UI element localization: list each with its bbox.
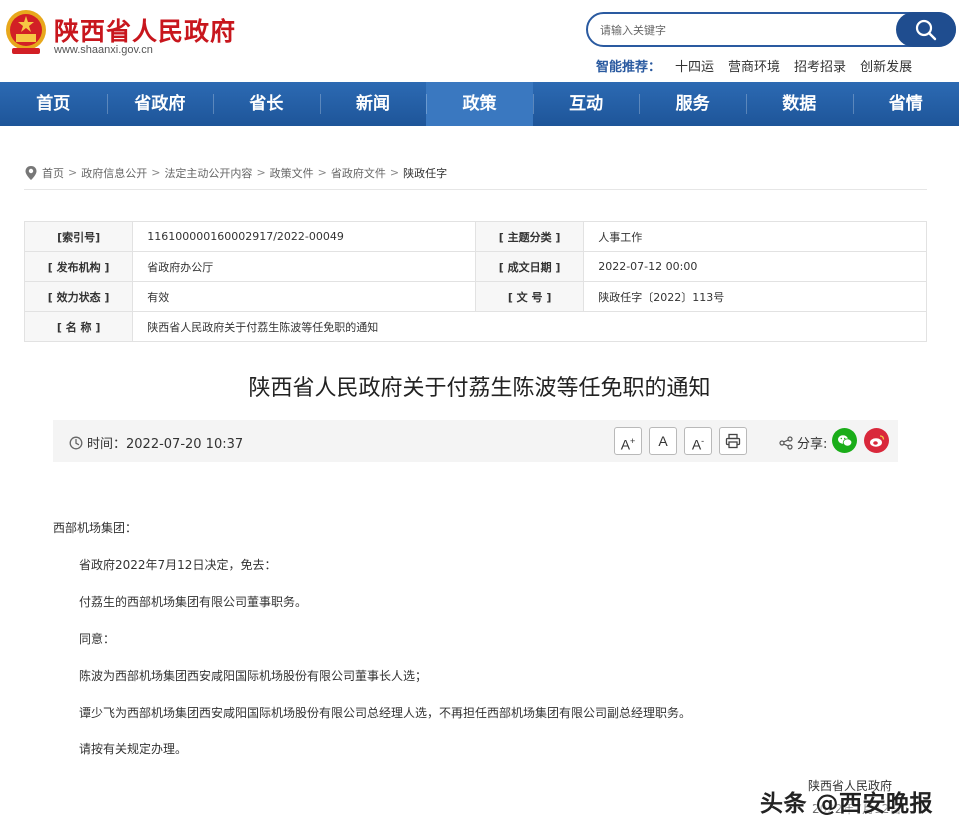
- breadcrumb-item[interactable]: 省政府文件: [331, 165, 386, 181]
- publish-time-text: 时间：2022-07-20 10:37: [87, 437, 244, 452]
- meta-value-status: 有效: [132, 281, 476, 312]
- meta-label-name: [ 名 称 ]: [23, 311, 134, 342]
- font-default-button[interactable]: A: [649, 427, 677, 455]
- font-increase-label: A: [620, 436, 631, 453]
- meta-value-index: 116100000160002917/2022-00049: [132, 221, 476, 252]
- meta-label-docno: [ 文 号 ]: [474, 281, 585, 312]
- meta-label-index: [索引号]: [23, 221, 134, 252]
- search-input[interactable]: [600, 20, 890, 40]
- meta-label-issuer: [ 发布机构 ]: [23, 251, 134, 282]
- meta-value-topic: 人事工作: [583, 221, 927, 252]
- hot-item[interactable]: 创新发展: [860, 56, 912, 75]
- document-title: 陕西省人民政府关于付荔生陈波等任免职的通知: [248, 376, 711, 401]
- meta-label-topic: [ 主题分类 ]: [474, 221, 585, 252]
- breadcrumb-item[interactable]: 首页: [42, 165, 64, 181]
- body-paragraph: 同意：: [79, 632, 116, 646]
- national-emblem-icon: [6, 10, 46, 54]
- breadcrumb-separator: >: [256, 166, 266, 179]
- share-icon: [779, 435, 793, 450]
- wechat-share-button[interactable]: [832, 428, 857, 453]
- nav-item-news[interactable]: 新闻: [319, 82, 427, 126]
- breadcrumb-item[interactable]: 法定主动公开内容: [164, 165, 252, 181]
- breadcrumb: 首页 > 政府信息公开 > 法定主动公开内容 > 政策文件 > 省政府文件 > …: [24, 164, 927, 190]
- hot-item[interactable]: 十四运: [675, 56, 714, 75]
- document-meta-table: [索引号] 116100000160002917/2022-00049 [ 主题…: [23, 221, 927, 342]
- hot-item[interactable]: 营商环境: [728, 56, 780, 75]
- font-decrease-label: A: [691, 436, 702, 453]
- clock-icon: [69, 436, 83, 449]
- breadcrumb-separator: >: [68, 166, 78, 179]
- site-header: 陕西省人民政府 www.shaanxi.gov.cn 智能推荐： 十四运 营商环…: [0, 0, 959, 82]
- font-decrease-button[interactable]: A-: [684, 427, 712, 455]
- site-title[interactable]: 陕西省人民政府: [54, 12, 236, 48]
- main-nav: 首页 省政府 省长 新闻 政策 互动 服务 数据 省情: [0, 82, 959, 126]
- nav-item-interaction[interactable]: 互动: [532, 82, 640, 126]
- nav-item-service[interactable]: 服务: [639, 82, 746, 126]
- salutation: 西部机场集团：: [53, 521, 138, 535]
- watermark: 头条 @西安晚报: [760, 791, 934, 817]
- breadcrumb-separator: >: [317, 166, 327, 179]
- hot-item[interactable]: 招考招录: [794, 56, 846, 75]
- nav-item-home[interactable]: 首页: [0, 82, 107, 126]
- font-default-label: A: [658, 433, 668, 449]
- meta-value-date: 2022-07-12 00:00: [583, 251, 927, 282]
- wechat-icon: [837, 434, 852, 446]
- font-increase-button[interactable]: A+: [614, 427, 642, 455]
- breadcrumb-item[interactable]: 政府信息公开: [81, 165, 147, 181]
- breadcrumb-item[interactable]: 政策文件: [270, 165, 314, 181]
- print-button[interactable]: [719, 427, 747, 455]
- hot-recommend-label: 智能推荐：: [596, 60, 662, 75]
- weibo-share-button[interactable]: [864, 428, 889, 453]
- nav-item-data[interactable]: 数据: [745, 82, 853, 126]
- breadcrumb-current[interactable]: 陕政任字: [403, 165, 447, 181]
- location-pin-icon: [25, 165, 37, 180]
- search-icon: [915, 19, 937, 40]
- nav-item-policy[interactable]: 政策: [426, 82, 533, 126]
- plus-icon: +: [630, 436, 636, 446]
- search-box: [586, 12, 956, 47]
- body-paragraph: 陈波为西部机场集团西安咸阳国际机场股份有限公司董事长人选；: [79, 669, 428, 683]
- breadcrumb-separator: >: [151, 166, 161, 179]
- meta-label-status: [ 效力状态 ]: [23, 281, 134, 312]
- share-label: 分享:: [797, 437, 828, 452]
- nav-item-province-info[interactable]: 省情: [852, 82, 959, 126]
- body-paragraph: 谭少飞为西部机场集团西安咸阳国际机场股份有限公司总经理人选，不再担任西部机场集团…: [79, 706, 692, 720]
- site-url: www.shaanxi.gov.cn: [54, 44, 153, 56]
- minus-icon: -: [701, 436, 705, 446]
- hot-recommend: 智能推荐： 十四运 营商环境 招考招录 创新发展: [596, 56, 912, 75]
- printer-icon: [725, 433, 741, 449]
- body-paragraph: 省政府2022年7月12日决定，免去：: [79, 558, 277, 572]
- meta-value-docno: 陕政任字〔2022〕113号: [583, 281, 927, 312]
- body-paragraph: 付荔生的西部机场集团有限公司董事职务。: [79, 595, 308, 609]
- publish-time: 时间：2022-07-20 10:37: [69, 433, 243, 452]
- share-section: 分享:: [779, 433, 827, 452]
- meta-value-name: 陕西省人民政府关于付荔生陈波等任免职的通知: [132, 311, 927, 342]
- nav-item-government[interactable]: 省政府: [106, 82, 214, 126]
- weibo-icon: [869, 434, 884, 447]
- nav-item-governor[interactable]: 省长: [213, 82, 320, 126]
- search-button[interactable]: [896, 12, 956, 47]
- body-paragraph: 请按有关规定办理。: [79, 742, 188, 756]
- meta-label-date: [ 成文日期 ]: [474, 251, 585, 282]
- meta-value-issuer: 省政府办公厅: [132, 251, 476, 282]
- breadcrumb-separator: >: [389, 166, 400, 179]
- document-info-bar: 时间：2022-07-20 10:37 A+ A A- 分享:: [53, 420, 898, 462]
